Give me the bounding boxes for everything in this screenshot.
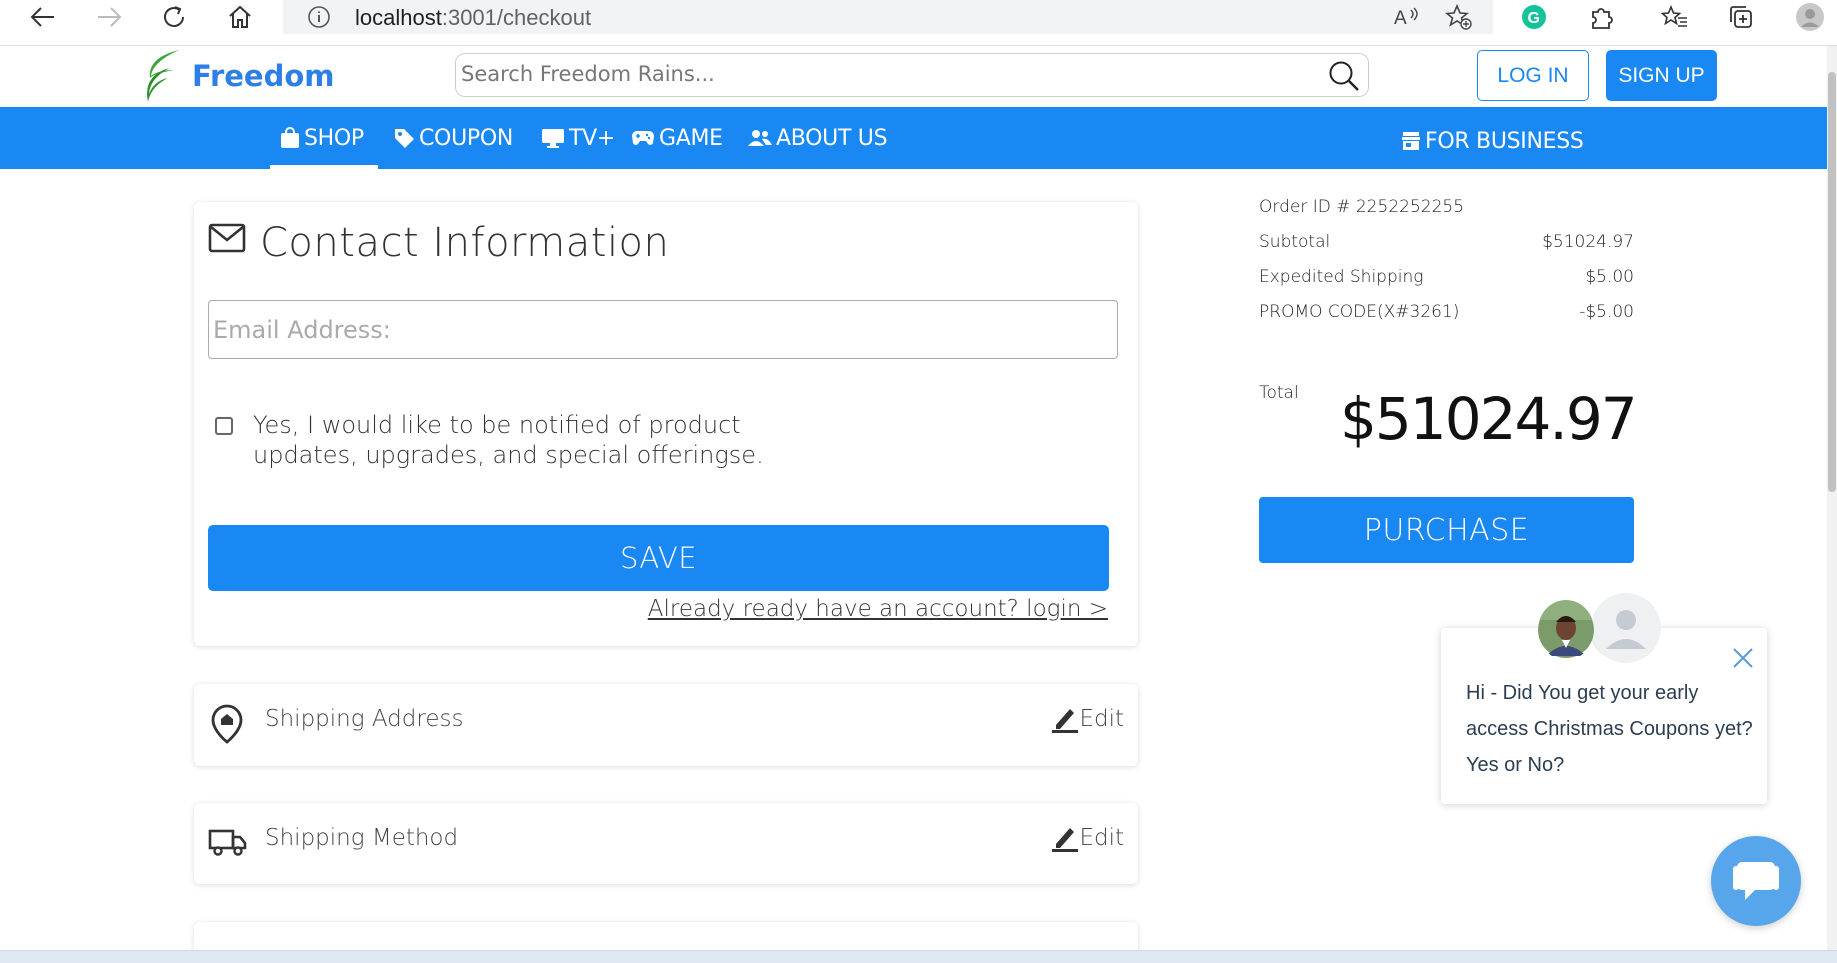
nav-item-label: COUPON (419, 125, 514, 151)
scrollbar-thumb[interactable] (1828, 72, 1836, 492)
nav-item-label: FOR BUSINESS (1425, 128, 1584, 154)
address-bar[interactable]: localhost:3001/checkout (283, 0, 1493, 34)
tag-icon (395, 129, 414, 148)
close-icon[interactable] (1731, 646, 1755, 674)
signup-button[interactable]: SIGN UP (1606, 50, 1717, 101)
total-value: $51024.97 (1340, 385, 1638, 453)
main-nav: SHOP COUPON TV+ GAME ABOUT US FOR BUSINE… (0, 107, 1827, 169)
browser-toolbar: localhost:3001/checkout A G (0, 0, 1837, 46)
nav-item-for-business[interactable]: FOR BUSINESS (1401, 110, 1584, 172)
search-input[interactable] (461, 54, 1301, 94)
monitor-icon (542, 129, 564, 148)
login-link[interactable]: Already ready have an account? login > (648, 596, 1108, 622)
forward-icon[interactable] (92, 0, 126, 34)
edit-shipping-method-button[interactable]: Edit (1051, 823, 1124, 853)
brand-logo[interactable]: Freedom (140, 48, 335, 104)
subtotal-row: Subtotal $51024.97 (1259, 232, 1634, 252)
svg-text:A: A (1394, 8, 1407, 28)
nav-item-label: ABOUT US (776, 125, 888, 151)
login-button[interactable]: LOG IN (1477, 50, 1589, 101)
search-box (455, 53, 1369, 97)
notify-checkbox[interactable] (215, 417, 233, 435)
total-label: Total (1259, 383, 1299, 403)
promo-code-row: PROMO CODE(X#3261) -$5.00 (1259, 302, 1634, 322)
search-icon[interactable] (1328, 60, 1360, 96)
info-icon[interactable] (307, 5, 331, 33)
back-icon[interactable] (26, 0, 60, 34)
contact-title: Contact Information (260, 220, 670, 266)
nav-item-tv[interactable]: TV+ (541, 107, 615, 169)
order-summary: Order ID # 2252252255 Subtotal $51024.97 … (1259, 197, 1634, 337)
shopping-bag-icon (281, 127, 299, 148)
nav-item-label: GAME (659, 125, 723, 151)
taskbar-strip (0, 950, 1837, 963)
reload-icon[interactable] (157, 0, 191, 34)
save-button[interactable]: SAVE (208, 525, 1109, 591)
url-text: localhost:3001/checkout (355, 5, 592, 30)
read-aloud-icon[interactable]: A (1390, 0, 1424, 34)
collections-icon[interactable] (1724, 0, 1758, 34)
purchase-button[interactable]: PURCHASE (1259, 497, 1634, 563)
chat-launcher-button[interactable] (1711, 836, 1801, 926)
leaf-logo-icon (147, 50, 180, 102)
nav-item-label: TV+ (569, 125, 616, 151)
home-icon[interactable] (223, 0, 257, 34)
notify-checkbox-label: Yes, I would like to be notified of prod… (253, 411, 764, 469)
agent-avatar-photo (1538, 600, 1594, 660)
nav-item-game[interactable]: GAME (631, 107, 723, 169)
people-icon (748, 130, 772, 146)
brand-name: Freedom (192, 59, 335, 93)
email-field[interactable] (208, 300, 1118, 359)
gamepad-icon (632, 131, 654, 145)
profile-icon[interactable] (1793, 0, 1827, 34)
extensions-icon[interactable] (1584, 0, 1618, 34)
favorite-add-icon[interactable] (1442, 0, 1476, 34)
favorites-icon[interactable] (1658, 0, 1692, 34)
contact-information-card: Contact Information Yes, I would like to… (194, 202, 1138, 646)
agent-avatar-placeholder (1591, 593, 1661, 663)
nav-item-about-us[interactable]: ABOUT US (748, 107, 888, 169)
nav-item-shop[interactable]: SHOP (270, 107, 378, 169)
order-id: Order ID # 2252252255 (1259, 197, 1465, 217)
envelope-icon (208, 223, 246, 257)
shipping-method-label: Shipping Method (265, 825, 459, 851)
shipping-method-card[interactable]: Shipping Method Edit (194, 803, 1138, 884)
truck-icon (208, 827, 248, 861)
edit-label: Edit (1079, 825, 1124, 851)
edit-label: Edit (1079, 706, 1124, 732)
pencil-icon (1052, 828, 1079, 852)
chat-bubble-icon (1733, 862, 1779, 900)
store-icon (1402, 132, 1420, 150)
pencil-icon (1052, 709, 1079, 733)
edit-shipping-address-button[interactable]: Edit (1051, 704, 1124, 734)
shipping-address-card[interactable]: Shipping Address Edit (194, 684, 1138, 766)
location-pin-icon (210, 704, 244, 748)
nav-item-coupon[interactable]: COUPON (393, 107, 513, 169)
shipping-cost-row: Expedited Shipping $5.00 (1259, 267, 1634, 287)
grammarly-icon[interactable]: G (1517, 0, 1551, 34)
nav-item-label: SHOP (304, 125, 364, 151)
chat-message: Hi - Did You get your early access Chris… (1466, 682, 1753, 776)
site-header: Freedom LOG IN SIGN UP (0, 46, 1827, 107)
svg-text:G: G (1528, 10, 1540, 27)
shipping-address-label: Shipping Address (265, 706, 464, 732)
